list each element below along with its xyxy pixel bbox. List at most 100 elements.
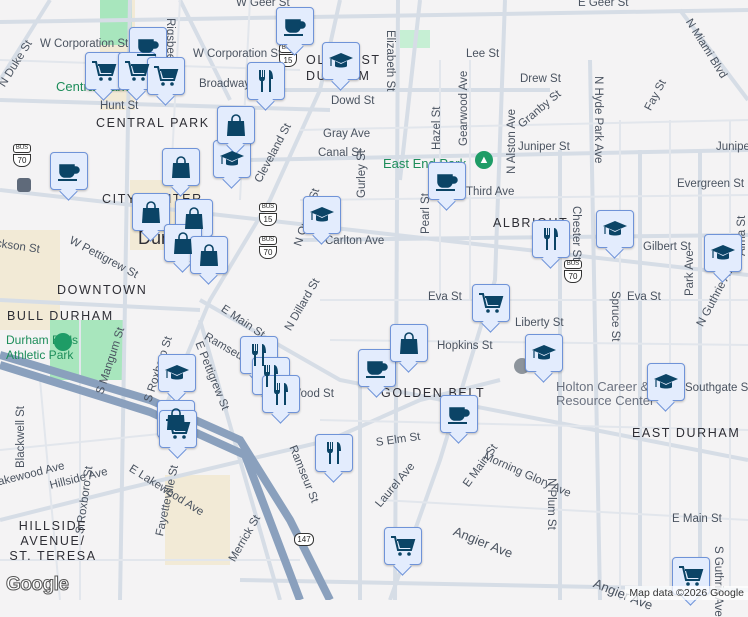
map-marker-graduation-cap[interactable] <box>596 210 634 248</box>
street-label: Park Ave <box>684 250 696 296</box>
shopping-bag-icon <box>400 332 418 354</box>
park-label[interactable]: Durham Bulls Athletic Park <box>6 333 96 363</box>
street-label: Hopkins St <box>437 340 493 352</box>
map-marker-coffee[interactable] <box>50 152 88 190</box>
restaurant-icon <box>327 442 341 464</box>
shopping-bag-icon <box>227 114 245 136</box>
coffee-icon <box>366 361 388 378</box>
map-marker-graduation-cap[interactable] <box>213 140 251 178</box>
street-label: Hazel St <box>431 106 443 150</box>
street-label: Juniper St <box>518 141 570 153</box>
route-shield: BUS 70 <box>564 260 582 283</box>
street-label: Third Ave <box>466 186 515 198</box>
graduation-cap-icon <box>532 345 556 360</box>
coffee-icon <box>137 39 159 56</box>
map-marker-coffee[interactable] <box>440 395 478 433</box>
street-label: S Guthrie Ave <box>712 546 724 617</box>
shopping-cart-icon <box>92 61 117 81</box>
map-marker-graduation-cap[interactable] <box>525 334 563 372</box>
street-label: W Corporation St <box>40 38 129 50</box>
restaurant-icon <box>259 70 273 92</box>
shopping-cart-icon <box>479 293 504 313</box>
map-marker-shopping-cart[interactable] <box>85 52 123 90</box>
street-label: Lee St <box>466 48 500 60</box>
shopping-cart-icon <box>679 566 704 586</box>
map-marker-shopping-bag[interactable] <box>132 193 170 231</box>
street-label: Eva St <box>428 291 462 303</box>
map-marker-shopping-cart[interactable] <box>159 410 197 448</box>
graduation-cap-icon <box>654 374 678 389</box>
street-label: Spruce St <box>609 291 621 342</box>
graduation-cap-icon <box>711 245 735 260</box>
restaurant-icon <box>274 383 288 405</box>
map-marker-restaurant[interactable] <box>315 434 353 472</box>
shopping-cart-icon <box>154 66 179 86</box>
map-marker-shopping-bag[interactable] <box>390 324 428 362</box>
coffee-icon <box>284 19 306 36</box>
shopping-bag-icon <box>174 232 192 254</box>
map-marker-shopping-cart[interactable] <box>118 52 156 90</box>
coffee-icon <box>448 407 470 424</box>
neighborhood-label: BULL DURHAM <box>7 309 114 323</box>
map-marker-graduation-cap[interactable] <box>647 363 685 401</box>
map-marker-shopping-bag[interactable] <box>190 236 228 274</box>
graduation-cap-icon <box>165 365 189 380</box>
route-shield: BUS15 <box>259 203 277 226</box>
street-label: Gurley St <box>356 150 368 198</box>
neighborhood-label: HILLSIDE AVENUE/ ST. TERESA <box>9 519 97 563</box>
street-label: W Corporation St <box>193 48 282 60</box>
neighborhood-label: EAST DURHAM <box>632 426 741 440</box>
google-logo: Google <box>5 574 69 596</box>
shopping-cart-icon <box>391 536 416 556</box>
shopping-bag-icon <box>172 156 190 178</box>
coffee-icon <box>58 164 80 181</box>
street-label: E Geer St <box>578 0 629 9</box>
map-marker-graduation-cap[interactable] <box>303 196 341 234</box>
map-marker-restaurant[interactable] <box>262 375 300 413</box>
map-marker-shopping-cart[interactable] <box>147 57 185 95</box>
map-marker-coffee[interactable] <box>428 162 466 200</box>
street-label: N Plum St <box>545 478 557 530</box>
shopping-cart-icon <box>125 61 150 81</box>
map-marker-coffee[interactable] <box>358 349 396 387</box>
street-label: Juniper St <box>716 141 748 153</box>
map-marker-restaurant[interactable] <box>532 220 570 258</box>
map-marker-shopping-bag[interactable] <box>162 148 200 186</box>
street-label: Gray Ave <box>323 128 371 140</box>
street-label: N Hyde Park Ave <box>592 76 604 164</box>
transit-station-icon[interactable] <box>17 178 31 192</box>
street-label: Hunt St <box>100 100 139 112</box>
street-label: Drew St <box>520 73 561 85</box>
shopping-bag-icon <box>142 201 160 223</box>
restaurant-icon <box>544 228 558 250</box>
shopping-bag-icon <box>200 244 218 266</box>
map-marker-graduation-cap[interactable] <box>704 234 742 272</box>
map-marker-graduation-cap[interactable] <box>322 42 360 80</box>
route-shield: 147 <box>294 533 314 546</box>
graduation-cap-icon <box>603 221 627 236</box>
map-marker-shopping-cart[interactable] <box>672 557 710 595</box>
street-label: Eva St <box>627 291 661 303</box>
map-marker-coffee[interactable] <box>276 7 314 45</box>
map-marker-graduation-cap[interactable] <box>158 354 196 392</box>
shopping-bag-icon <box>185 207 203 229</box>
graduation-cap-icon <box>310 207 334 222</box>
graduation-cap-icon <box>329 53 353 68</box>
street-label: Dowd St <box>331 95 375 107</box>
neighborhood-label: DOWNTOWN <box>57 283 148 297</box>
street-label: Gearwood Ave <box>458 70 470 146</box>
street-label: Evergreen St <box>677 178 745 190</box>
graduation-cap-icon <box>220 151 244 166</box>
map-marker-shopping-bag[interactable] <box>217 106 255 144</box>
street-label: E Main St <box>672 513 722 525</box>
park-tree-icon[interactable]: ▲ <box>475 151 493 169</box>
stadium-icon[interactable] <box>54 333 72 351</box>
route-shield: BUS 70 <box>13 144 31 167</box>
route-shield: BUS 70 <box>259 236 277 259</box>
map-marker-restaurant[interactable] <box>247 62 285 100</box>
map-marker-shopping-cart[interactable] <box>472 284 510 322</box>
map-marker-shopping-cart[interactable] <box>384 527 422 565</box>
street-label: Liberty St <box>515 317 564 329</box>
street-label: N Alston Ave <box>506 109 518 174</box>
street-label: Chester St <box>570 206 582 261</box>
